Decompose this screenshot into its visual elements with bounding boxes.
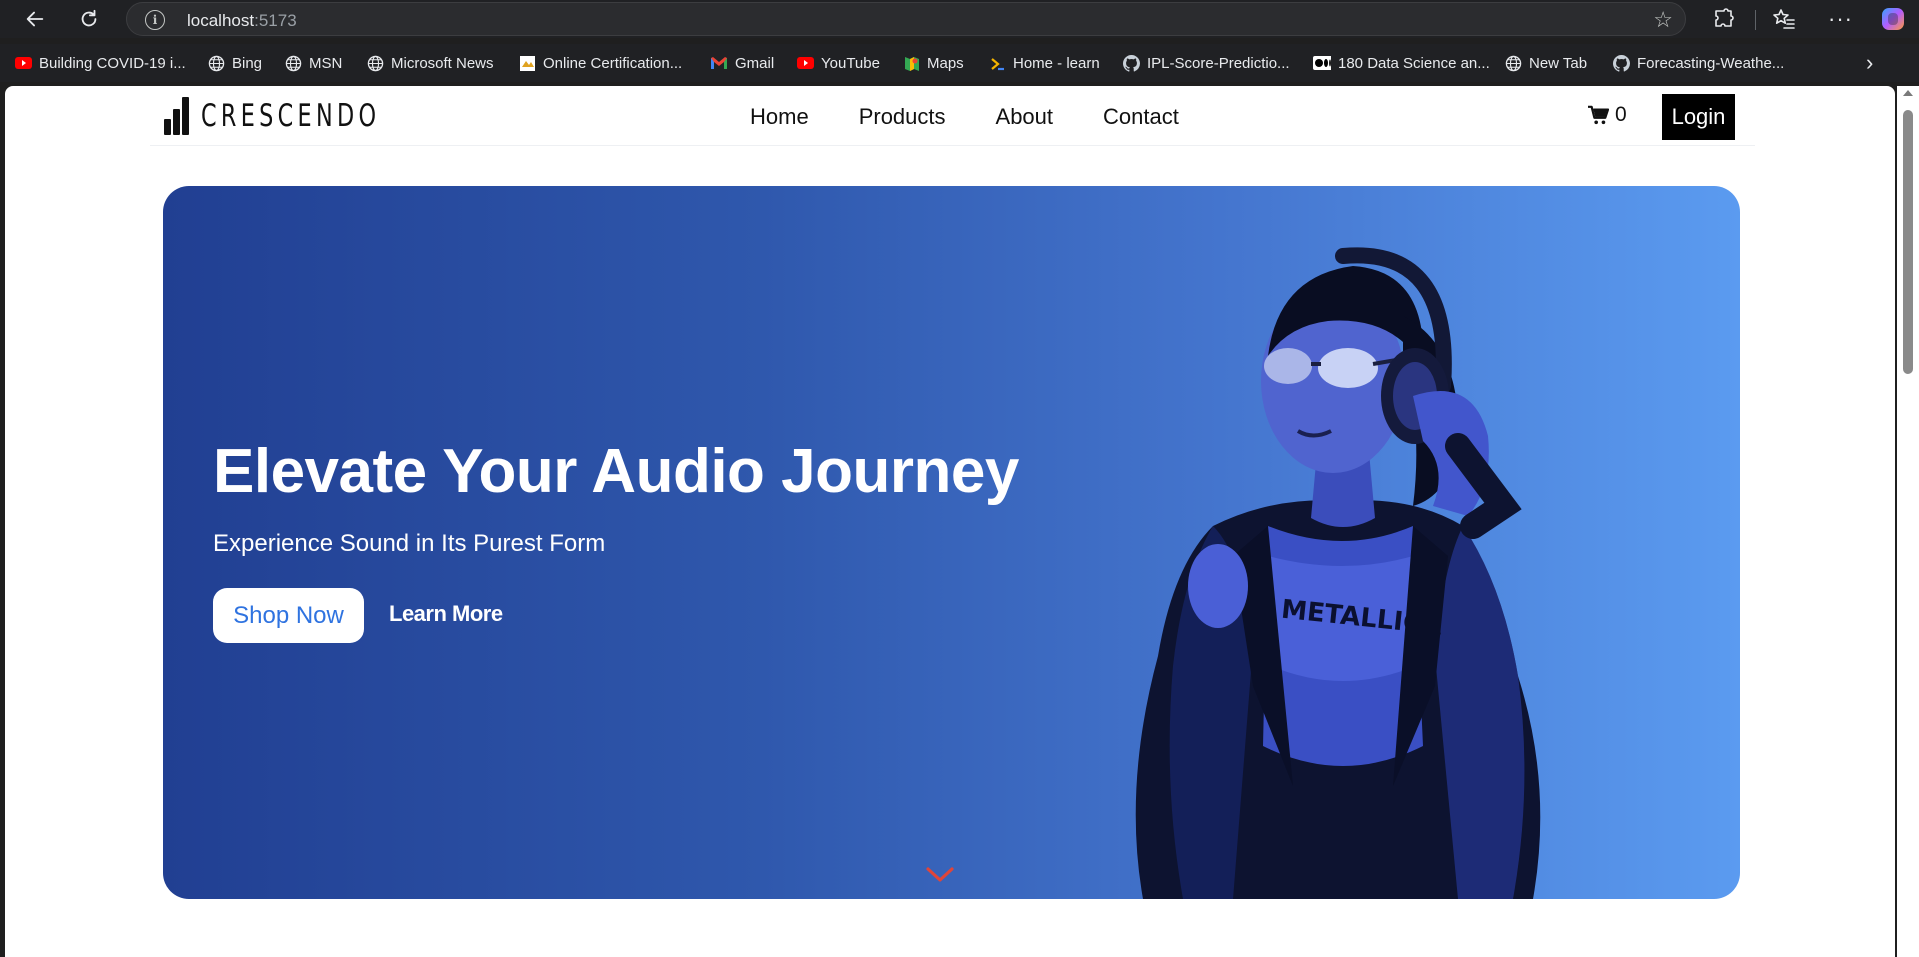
- hero-image-woman-headphones: METALLICA: [1135, 247, 1541, 899]
- address-url[interactable]: localhost:5173: [187, 11, 297, 31]
- medium-icon: [1313, 55, 1331, 71]
- bookmark-label: MSN: [309, 54, 343, 72]
- bookmark-label: YouTube: [821, 54, 880, 72]
- youtube-icon: [14, 55, 32, 71]
- puzzle-icon: [1715, 8, 1734, 27]
- nav-about[interactable]: About: [996, 104, 1054, 130]
- chevron-down-icon[interactable]: [925, 866, 955, 884]
- bookmark-item[interactable]: Bing: [207, 53, 262, 73]
- favorites-button[interactable]: [1772, 0, 1796, 38]
- url-host: localhost: [187, 11, 255, 30]
- reload-button[interactable]: [70, 0, 108, 38]
- bookmarks-bar: Building COVID-19 i... Bing MSN Microsof…: [0, 44, 1919, 82]
- globe-icon: [207, 55, 225, 71]
- arrow-left-icon: [26, 11, 44, 27]
- hero-title: Elevate Your Audio Journey: [213, 437, 1019, 506]
- scroll-up-arrow-icon[interactable]: [1903, 90, 1913, 96]
- nav-products[interactable]: Products: [859, 104, 946, 130]
- logo-bars-icon: [164, 97, 191, 135]
- bookmark-label: 180 Data Science an...: [1338, 54, 1490, 72]
- bookmark-item[interactable]: IPL-Score-Predictio...: [1122, 53, 1290, 73]
- favorites-list-icon: [1773, 9, 1795, 29]
- browser-toolbar: i localhost:5173 ☆ ···: [0, 0, 1919, 38]
- login-button[interactable]: Login: [1662, 94, 1735, 140]
- copilot-icon: [1882, 8, 1904, 30]
- bookmark-label: Gmail: [735, 54, 775, 72]
- back-button[interactable]: [16, 0, 54, 38]
- bookmark-item[interactable]: New Tab: [1504, 53, 1587, 73]
- maps-icon: [902, 55, 920, 71]
- site-navbar: CRESCENDO Home Products About Contact 0 …: [150, 86, 1755, 146]
- learn-more-link[interactable]: Learn More: [389, 601, 503, 627]
- learn-icon: [988, 55, 1006, 71]
- bookmark-item[interactable]: Building COVID-19 i...: [14, 53, 186, 73]
- copilot-button[interactable]: [1879, 0, 1907, 38]
- page-viewport: CRESCENDO Home Products About Contact 0 …: [5, 86, 1895, 957]
- bookmark-label: Microsoft News: [391, 54, 494, 72]
- bookmark-item[interactable]: Gmail: [710, 53, 774, 73]
- scrollbar-thumb[interactable]: [1903, 110, 1913, 374]
- globe-icon: [284, 55, 302, 71]
- github-icon: [1122, 54, 1140, 72]
- bookmark-item[interactable]: Microsoft News: [366, 53, 494, 73]
- url-port: :5173: [254, 11, 297, 30]
- hero-subtitle: Experience Sound in Its Purest Form: [213, 530, 606, 557]
- bookmark-label: New Tab: [1529, 54, 1588, 72]
- favorite-star-icon[interactable]: ☆: [1653, 7, 1673, 33]
- nav-links: Home Products About Contact: [750, 104, 1229, 130]
- bookmark-item[interactable]: 180 Data Science an...: [1313, 53, 1490, 73]
- bookmark-item[interactable]: Home - learn: [988, 53, 1100, 73]
- github-icon: [1612, 54, 1630, 72]
- bookmark-item[interactable]: Online Certification...: [518, 53, 682, 73]
- address-bar[interactable]: i localhost:5173 ☆: [126, 2, 1686, 36]
- bookmark-label: Home - learn: [1013, 54, 1100, 72]
- bookmark-label: Maps: [927, 54, 964, 72]
- bookmark-item[interactable]: Maps: [902, 53, 964, 73]
- toolbar-separator: [1755, 10, 1756, 30]
- certificate-icon: [518, 55, 536, 71]
- extensions-button[interactable]: [1712, 0, 1736, 38]
- bookmark-item[interactable]: MSN: [284, 53, 342, 73]
- cart-button[interactable]: 0: [1587, 103, 1627, 127]
- site-info-icon[interactable]: i: [145, 10, 165, 30]
- reload-icon: [81, 9, 97, 27]
- logo-text: CRESCENDO: [201, 98, 381, 134]
- gmail-icon: [710, 55, 728, 71]
- bookmark-label: IPL-Score-Predictio...: [1147, 54, 1290, 72]
- page-scrollbar[interactable]: [1897, 86, 1919, 957]
- youtube-icon: [796, 55, 814, 71]
- bookmark-label: Building COVID-19 i...: [39, 54, 186, 72]
- bookmarks-overflow-chevron-icon[interactable]: ›: [1866, 50, 1873, 76]
- more-menu-icon[interactable]: ···: [1828, 0, 1853, 38]
- nav-home[interactable]: Home: [750, 104, 809, 130]
- cart-count: 0: [1615, 103, 1627, 126]
- shop-now-button[interactable]: Shop Now: [213, 588, 364, 643]
- nav-contact[interactable]: Contact: [1103, 104, 1179, 130]
- bookmark-label: Online Certification...: [543, 54, 683, 72]
- bookmark-label: Forecasting-Weathe...: [1637, 54, 1785, 72]
- shopping-cart-icon: [1588, 105, 1609, 125]
- site-logo[interactable]: CRESCENDO: [164, 96, 450, 136]
- bookmark-label: Bing: [232, 54, 263, 72]
- bookmark-item[interactable]: Forecasting-Weathe...: [1612, 53, 1784, 73]
- bookmark-item[interactable]: YouTube: [796, 53, 880, 73]
- hero-banner: Elevate Your Audio Journey Experience So…: [163, 186, 1740, 899]
- globe-icon: [1504, 55, 1522, 71]
- globe-icon: [366, 55, 384, 71]
